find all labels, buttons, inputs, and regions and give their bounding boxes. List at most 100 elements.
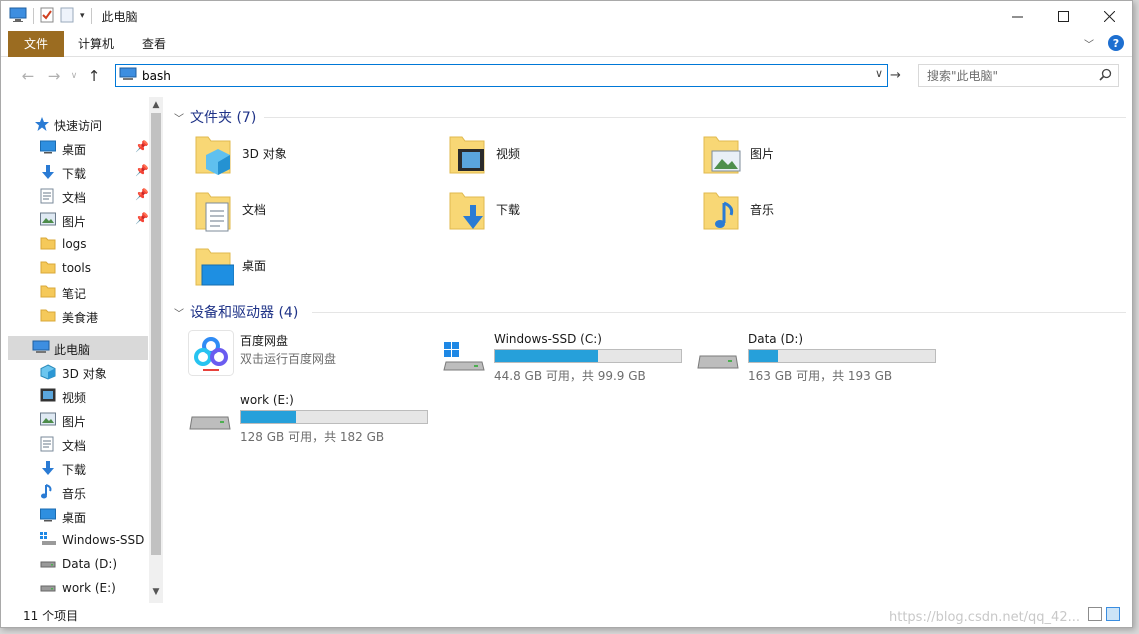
forward-arrow-icon[interactable]: → (41, 67, 67, 85)
tab-computer[interactable]: 计算机 (64, 31, 128, 57)
drive-icon (40, 556, 56, 573)
folder-icon (40, 284, 56, 301)
chevron-down-icon[interactable]: ﹀ (174, 305, 184, 320)
scroll-up-icon[interactable]: ▲ (149, 100, 163, 110)
desktop-icon (40, 140, 56, 157)
scrollbar-thumb[interactable] (151, 113, 161, 555)
toolbar-separator (90, 8, 92, 24)
properties-icon[interactable] (40, 7, 54, 26)
sidebar-scrollbar[interactable]: ▲ ▼ (149, 97, 163, 603)
toolbar-separator (33, 8, 34, 24)
minimize-button[interactable] (994, 1, 1040, 31)
explorer-window: ▾ 此电脑 文件 计算机 查看 ﹀ ? ← → ∨ ↑ ∨ → (0, 0, 1133, 628)
3d-objects-icon (40, 364, 56, 383)
video-folder-icon (448, 133, 488, 180)
folders-group-header[interactable]: ﹀ 文件夹 (7) (174, 107, 256, 127)
drive-usage-fill (749, 350, 778, 362)
sidebar-item-pictures-2[interactable]: 图片 (8, 408, 148, 432)
sidebar-item-notes[interactable]: 笔记 (8, 280, 148, 304)
pin-icon: 📌 (135, 164, 148, 177)
view-toggle (1088, 607, 1120, 621)
search-input[interactable] (927, 68, 1087, 83)
folder-tile-pictures[interactable]: 图片 (702, 133, 942, 185)
folder-tile-documents[interactable]: 文档 (194, 189, 434, 241)
folder-tile-videos[interactable]: 视频 (448, 133, 688, 185)
device-windows-ssd[interactable]: Windows-SSD (C:) 44.8 GB 可用，共 99.9 GB (442, 332, 692, 388)
expand-ribbon-icon[interactable]: ﹀ (1084, 36, 1094, 51)
drive-icon (696, 340, 740, 377)
customize-toolbar-icon[interactable]: ▾ (80, 11, 85, 21)
search-icon[interactable] (1099, 68, 1112, 84)
drive-usage-bar (240, 410, 428, 424)
music-folder-icon (702, 189, 742, 236)
up-arrow-icon[interactable]: ↑ (81, 67, 107, 85)
title-bar: ▾ 此电脑 (1, 1, 1132, 31)
computer-icon (32, 340, 50, 358)
devices-group-header[interactable]: ﹀ 设备和驱动器 (4) (174, 302, 298, 322)
windows-drive-icon (40, 532, 56, 549)
chevron-down-icon[interactable]: ﹀ (174, 110, 184, 125)
navigation-bar: ← → ∨ ↑ ∨ → (1, 59, 1132, 93)
folder-tile-desktop[interactable]: 桌面 (194, 245, 434, 297)
sidebar-item-desktop-2[interactable]: 桌面 (8, 504, 148, 528)
tab-file[interactable]: 文件 (8, 30, 64, 57)
video-icon (40, 388, 56, 405)
drive-usage-bar (494, 349, 682, 363)
picture-folder-icon (702, 133, 742, 180)
folder-icon (40, 236, 56, 253)
pin-icon: 📌 (135, 188, 148, 201)
device-baidu-netdisk[interactable]: 百度网盘 双击运行百度网盘 (188, 330, 438, 388)
folder-tile-3d-objects[interactable]: 3D 对象 (194, 133, 434, 185)
scroll-down-icon[interactable]: ▼ (149, 587, 163, 597)
picture-icon (40, 212, 56, 229)
sidebar-item-documents-2[interactable]: 文档 (8, 432, 148, 456)
sidebar-item-music[interactable]: 音乐 (8, 480, 148, 504)
status-item-count: 11 个项目 (23, 609, 79, 623)
sidebar-item-logs[interactable]: logs (8, 232, 148, 256)
sidebar-item-quick-access[interactable]: 快速访问 (8, 112, 148, 136)
window-controls (994, 1, 1132, 31)
address-dropdown-icon[interactable]: ∨ (875, 67, 883, 80)
navigation-pane: 快速访问 桌面 📌 下载 📌 文档 📌 图片 📌 logs tools 笔记 美… (8, 97, 148, 603)
drive-usage-bar (748, 349, 936, 363)
sidebar-item-windows-ssd[interactable]: Windows-SSD (8, 528, 148, 552)
address-bar[interactable]: ∨ (115, 64, 888, 87)
document-icon (40, 188, 54, 207)
new-folder-icon[interactable] (60, 7, 74, 26)
device-work-drive[interactable]: work (E:) 128 GB 可用，共 182 GB (188, 393, 438, 449)
quick-access-toolbar: ▾ (9, 7, 92, 26)
drive-icon (40, 580, 56, 597)
sidebar-item-documents[interactable]: 文档 📌 (8, 184, 148, 208)
sidebar-item-work-drive[interactable]: work (E:) (8, 576, 148, 600)
sidebar-item-tools[interactable]: tools (8, 256, 148, 280)
drive-usage-fill (495, 350, 598, 362)
folder-icon (40, 260, 56, 277)
recent-locations-icon[interactable]: ∨ (67, 71, 81, 81)
folder-tile-downloads[interactable]: 下载 (448, 189, 688, 241)
tab-view[interactable]: 查看 (128, 31, 180, 57)
sidebar-item-videos[interactable]: 视频 (8, 384, 148, 408)
folder-tile-music[interactable]: 音乐 (702, 189, 942, 241)
search-box[interactable] (918, 64, 1119, 87)
sidebar-item-downloads[interactable]: 下载 📌 (8, 160, 148, 184)
go-arrow-icon[interactable]: → (890, 68, 901, 83)
ribbon-tabs: 文件 计算机 查看 ﹀ ? (1, 30, 1132, 57)
device-data-drive[interactable]: Data (D:) 163 GB 可用，共 193 GB (696, 332, 946, 388)
sidebar-item-data-drive[interactable]: Data (D:) (8, 552, 148, 576)
address-input[interactable] (142, 68, 862, 83)
back-arrow-icon[interactable]: ← (15, 67, 41, 85)
download-folder-icon (448, 189, 488, 236)
sidebar-item-this-pc[interactable]: 此电脑 (8, 336, 148, 360)
sidebar-item-food-port[interactable]: 美食港 (8, 304, 148, 328)
star-icon (34, 116, 50, 135)
help-icon[interactable]: ? (1108, 35, 1124, 51)
sidebar-item-3d-objects[interactable]: 3D 对象 (8, 360, 148, 384)
pin-icon: 📌 (135, 140, 148, 153)
maximize-button[interactable] (1040, 1, 1086, 31)
sidebar-item-downloads-2[interactable]: 下载 (8, 456, 148, 480)
sidebar-item-desktop[interactable]: 桌面 📌 (8, 136, 148, 160)
sidebar-item-pictures[interactable]: 图片 📌 (8, 208, 148, 232)
close-button[interactable] (1086, 1, 1132, 31)
details-view-icon[interactable] (1088, 607, 1102, 621)
tiles-view-icon[interactable] (1106, 607, 1120, 621)
